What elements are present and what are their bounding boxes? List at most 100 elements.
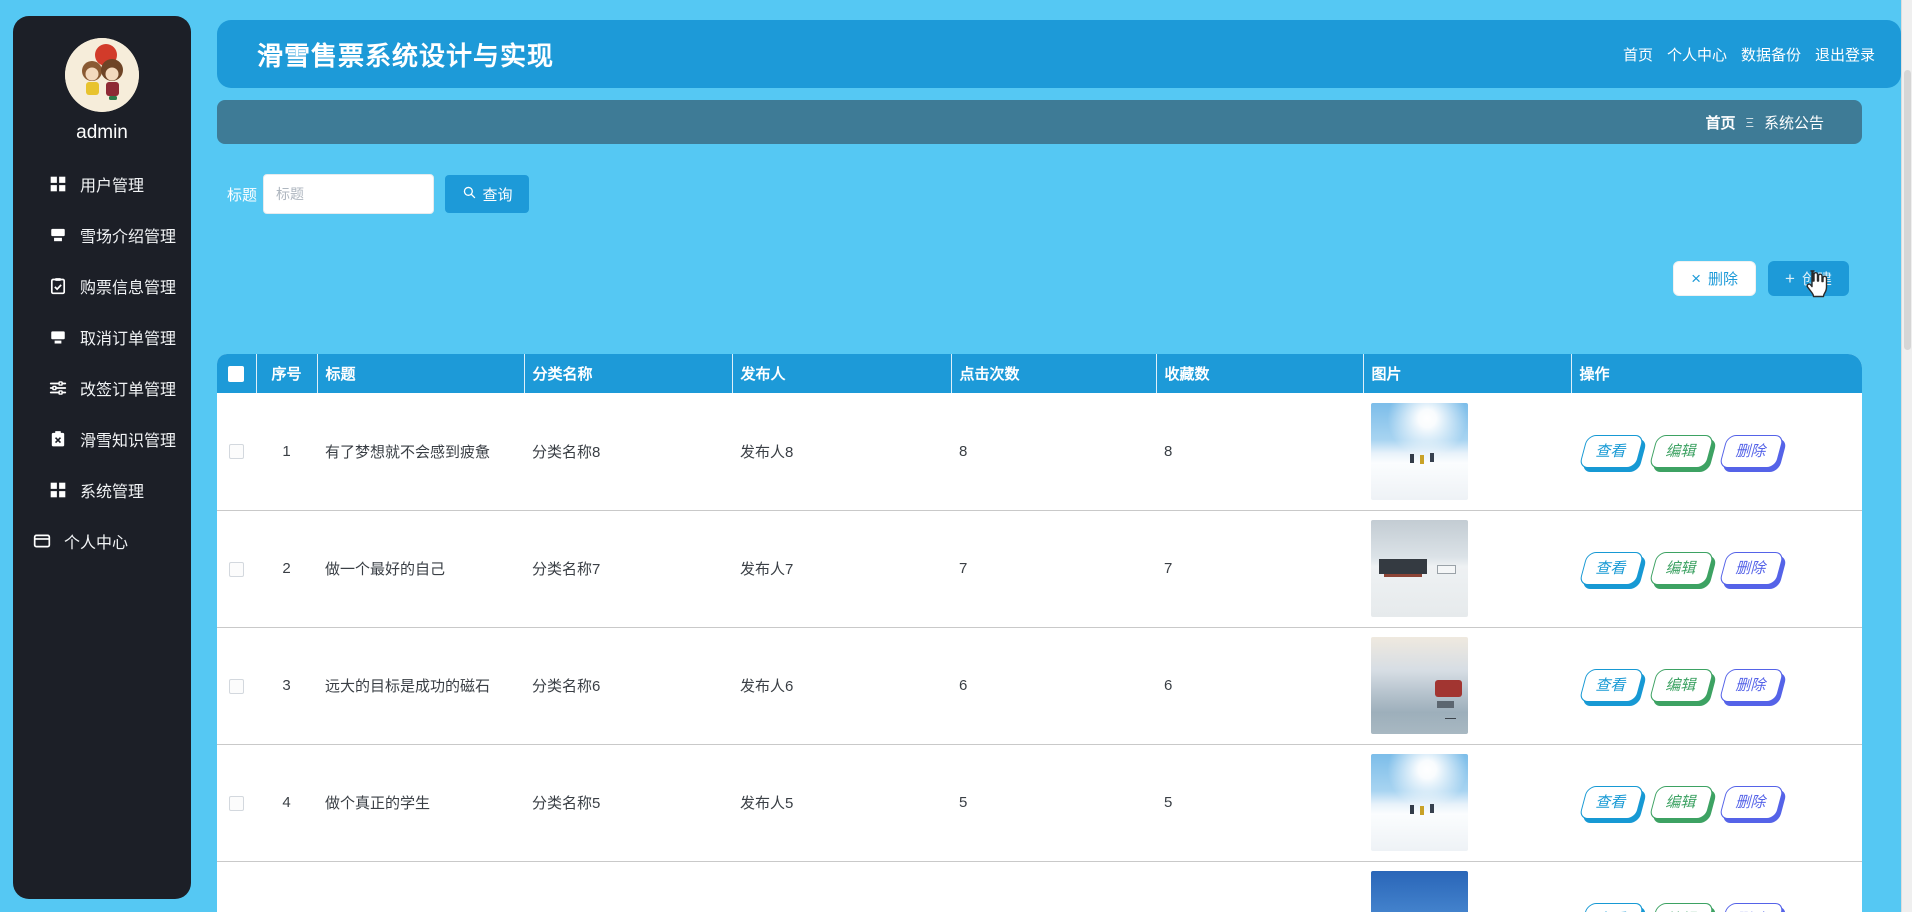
header-publisher: 发布人	[732, 354, 952, 393]
row-checkbox[interactable]	[229, 795, 244, 811]
delete-row-button[interactable]: 删除	[1718, 903, 1785, 912]
edit-button[interactable]: 编辑	[1648, 669, 1715, 702]
delete-row-button[interactable]: 删除	[1718, 552, 1785, 585]
view-button[interactable]: 查看	[1578, 552, 1645, 585]
cell-favorites: 6	[1156, 627, 1363, 745]
query-button[interactable]: 查询	[445, 175, 530, 213]
table-row: 1 有了梦想就不会感到疲惫 分类名称8 发布人8 8 8 查看 编辑 删除	[217, 393, 1862, 511]
row-image	[1371, 637, 1468, 734]
delete-row-button[interactable]: 删除	[1718, 786, 1785, 819]
edit-button[interactable]: 编辑	[1648, 903, 1715, 912]
view-button[interactable]: 查看	[1578, 786, 1645, 819]
sidebar-menu: 用户管理雪场介绍管理购票信息管理取消订单管理改签订单管理滑雪知识管理 系统管理	[13, 158, 191, 515]
cell-category: 分类名称5	[524, 744, 732, 862]
sidebar-item-personal-center[interactable]: 个人中心	[13, 515, 191, 566]
sidebar-item-2[interactable]: 雪场介绍管理	[13, 209, 191, 260]
sidebar-item-1[interactable]: 用户管理	[13, 158, 191, 209]
sidebar-item-label: 个人中心	[64, 534, 129, 552]
scrollbar-thumb[interactable]	[1904, 70, 1911, 350]
cell-favorites: 7	[1156, 510, 1363, 628]
inbox-icon	[49, 328, 67, 346]
row-actions: 查看 编辑 删除	[1578, 786, 1862, 819]
edit-button[interactable]: 编辑	[1648, 434, 1715, 468]
row-checkbox[interactable]	[229, 561, 244, 577]
sidebar-item-3[interactable]: 购票信息管理	[13, 260, 191, 311]
nav-home[interactable]: 首页	[1623, 44, 1653, 65]
table-header-row: 序号 标题 分类名称 发布人 点击次数 收藏数 图片 操作	[217, 354, 1862, 393]
toolbar: × 删除 + 创建	[217, 261, 1849, 296]
nav-logout[interactable]: 退出登录	[1815, 44, 1875, 65]
delete-button-label: 删除	[1708, 271, 1739, 288]
row-image	[1371, 871, 1468, 912]
sidebar-item-6[interactable]: 滑雪知识管理	[13, 413, 191, 464]
cell-category: 分类名称8	[524, 393, 732, 511]
avatar-image	[65, 38, 139, 112]
row-actions: 查看 编辑 删除	[1578, 552, 1862, 585]
cell-favorites	[1156, 861, 1363, 912]
cell-index: 3	[256, 627, 317, 745]
row-checkbox[interactable]	[229, 444, 244, 460]
close-icon: ×	[1691, 269, 1702, 288]
delete-row-button[interactable]: 删除	[1718, 669, 1785, 702]
delete-button[interactable]: × 删除	[1673, 261, 1757, 296]
page-title: 滑雪售票系统设计与实现	[257, 40, 555, 71]
sidebar: admin 用户管理雪场介绍管理购票信息管理取消订单管理改签订单管理滑雪知识管理…	[13, 16, 191, 899]
row-image	[1371, 402, 1468, 500]
header-index: 序号	[256, 354, 318, 393]
cell-title	[317, 861, 524, 912]
select-all-checkbox[interactable]	[228, 366, 245, 383]
clipboard-x-icon	[49, 430, 67, 448]
top-nav: 首页 个人中心 数据备份 退出登录	[1623, 44, 1875, 65]
sidebar-item-7[interactable]: 系统管理	[13, 464, 191, 515]
cell-clicks: 8	[951, 393, 1156, 511]
header-title: 标题	[317, 354, 525, 393]
cell-clicks: 6	[951, 627, 1156, 745]
cell-index	[256, 861, 317, 912]
sidebar-item-5[interactable]: 改签订单管理	[13, 362, 191, 413]
breadcrumb: 首页 Ξ 系统公告	[217, 100, 1862, 144]
sidebar-item-label: 雪场介绍管理	[80, 228, 177, 246]
view-button[interactable]: 查看	[1578, 669, 1645, 702]
edit-button[interactable]: 编辑	[1648, 552, 1715, 585]
breadcrumb-home[interactable]: 首页	[1706, 112, 1736, 133]
search-label: 标题	[227, 186, 258, 204]
cell-publisher: 发布人8	[732, 393, 951, 511]
scrollbar-track[interactable]	[1901, 0, 1912, 912]
sidebar-item-label: 系统管理	[80, 483, 145, 501]
sidebar-item-label: 滑雪知识管理	[80, 432, 177, 450]
cell-title: 做个真正的学生	[317, 744, 524, 862]
avatar[interactable]	[65, 38, 139, 112]
breadcrumb-current: 系统公告	[1763, 114, 1824, 132]
sidebar-item-label: 取消订单管理	[80, 330, 177, 348]
header-category: 分类名称	[524, 354, 733, 393]
cell-publisher: 发布人6	[732, 627, 951, 745]
create-button[interactable]: + 创建	[1768, 261, 1849, 296]
grid-icon	[49, 481, 67, 499]
table-row: 2 做一个最好的自己 分类名称7 发布人7 7 7 查看 编辑 删除	[217, 510, 1862, 628]
create-button-label: 创建	[1801, 271, 1832, 288]
cell-title: 有了梦想就不会感到疲惫	[317, 393, 524, 511]
nav-personal-center[interactable]: 个人中心	[1667, 44, 1727, 65]
cell-publisher: 发布人7	[732, 510, 951, 628]
search-bar: 标题 查询	[217, 174, 530, 214]
delete-row-button[interactable]: 删除	[1718, 434, 1785, 468]
cell-category: 分类名称6	[524, 627, 732, 745]
cell-index: 4	[256, 744, 317, 862]
clipboard-check-icon	[49, 277, 67, 295]
sidebar-item-4[interactable]: 取消订单管理	[13, 311, 191, 362]
query-button-label: 查询	[482, 186, 513, 204]
table-row: 3 远大的目标是成功的磁石 分类名称6 发布人6 6 6 查看 编辑 删除	[217, 627, 1862, 745]
cell-favorites: 8	[1156, 393, 1363, 511]
edit-button[interactable]: 编辑	[1648, 786, 1715, 819]
nav-data-backup[interactable]: 数据备份	[1741, 44, 1801, 65]
username: admin	[76, 122, 128, 143]
row-actions: 查看 编辑 删除	[1578, 903, 1862, 912]
view-button[interactable]: 查看	[1578, 434, 1645, 468]
row-checkbox[interactable]	[229, 678, 244, 694]
app-header: 滑雪售票系统设计与实现 首页 个人中心 数据备份 退出登录	[217, 20, 1901, 88]
card-icon	[33, 532, 51, 550]
grid-icon	[49, 175, 67, 193]
search-input[interactable]	[263, 174, 435, 214]
view-button[interactable]: 查看	[1578, 903, 1645, 912]
announcement-table: 序号 标题 分类名称 发布人 点击次数 收藏数 图片 操作 1 有了梦想就不会感…	[217, 354, 1862, 912]
